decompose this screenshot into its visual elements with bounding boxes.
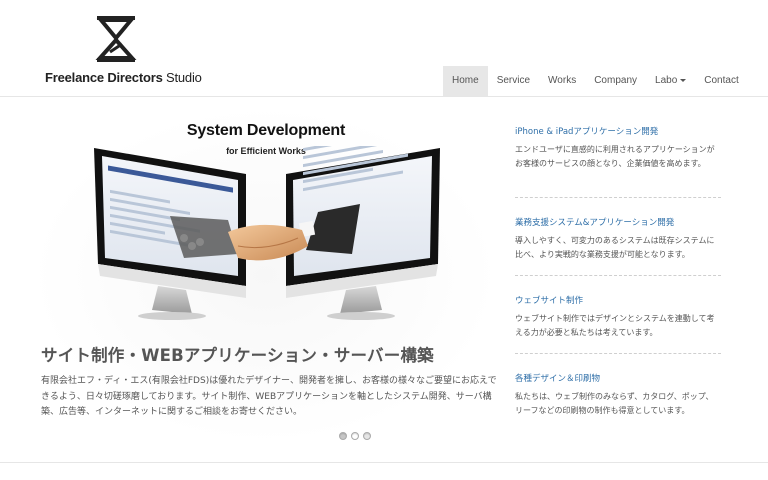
page-title: サイト制作・WEBアプリケーション・サーバー構築 xyxy=(41,346,434,365)
nav-item-works[interactable]: Works xyxy=(539,66,585,96)
hero-image xyxy=(94,146,440,320)
service-title-design-print[interactable]: 各種デザイン＆印刷物 xyxy=(515,372,721,384)
service-title-website[interactable]: ウェブサイト制作 xyxy=(515,294,721,306)
logo-brand-light: Studio xyxy=(166,70,202,85)
nav-label: Home xyxy=(452,75,479,86)
hero-title: System Development xyxy=(186,122,346,139)
slider-dot-3[interactable] xyxy=(363,432,371,440)
service-item: 業務支援システム&アプリケーション開発 導入しやすく、可変力のあるシステムは既存… xyxy=(515,216,721,261)
intro-paragraph: 有限会社エフ・ディ・エス(有限会社FDS)は優れたデザイナー、開発者を擁し、お客… xyxy=(41,374,497,421)
service-item: ウェブサイト制作 ウェブサイト制作ではデザインとシステムを連動して考える力が必要… xyxy=(515,294,721,339)
footer-divider xyxy=(0,462,768,463)
nav-item-contact[interactable]: Contact xyxy=(695,66,747,96)
nav-item-labo[interactable]: Labo xyxy=(646,66,695,96)
nav-label: Labo xyxy=(655,75,678,86)
service-text: 導入しやすく、可変力のあるシステムは既存システムに比べ、より実戦的な業務支援が可… xyxy=(515,236,715,259)
nav-label: Company xyxy=(594,75,638,86)
logo-icon[interactable] xyxy=(94,14,138,64)
divider xyxy=(515,197,721,198)
slider-dot-2[interactable] xyxy=(351,432,359,440)
service-text: 私たちは、ウェブ制作のみならず、カタログ、ポップ、リーフなどの印刷物の制作も得意… xyxy=(515,392,714,415)
nav-item-home[interactable]: Home xyxy=(443,66,488,96)
nav-label: Contact xyxy=(704,75,739,86)
site-header: Freelance Directors Studio Home Service … xyxy=(0,0,768,97)
chevron-down-icon xyxy=(680,78,687,82)
slider-dots xyxy=(339,432,371,440)
logo-text[interactable]: Freelance Directors Studio xyxy=(45,70,202,85)
logo-brand-bold: Freelance Directors xyxy=(45,70,163,85)
service-item: iPhone & iPadアプリケーション開発 エンドユーザに直感的に利用される… xyxy=(515,125,721,170)
nav-item-company[interactable]: Company xyxy=(585,66,646,96)
divider xyxy=(515,275,721,276)
divider xyxy=(515,353,721,354)
nav-label: Works xyxy=(548,75,577,86)
contact-link[interactable]: ご相談をお寄せください。 xyxy=(194,407,302,417)
nav-label: Service xyxy=(496,75,531,86)
service-text: エンドユーザに直感的に利用されるアプリケーションがお客様のサービスの顔となり、企… xyxy=(515,145,715,168)
nav-item-service[interactable]: Service xyxy=(488,66,539,96)
slider-dot-1[interactable] xyxy=(339,432,347,440)
main-nav: Home Service Works Company Labo Contact xyxy=(443,66,748,96)
service-title-business-system[interactable]: 業務支援システム&アプリケーション開発 xyxy=(515,216,721,228)
service-title-iphone-ipad[interactable]: iPhone & iPadアプリケーション開発 xyxy=(515,125,721,137)
hero-slider[interactable]: System Development for Efficient Works xyxy=(88,118,448,440)
service-item: 各種デザイン＆印刷物 私たちは、ウェブ制作のみならず、カタログ、ポップ、リーフな… xyxy=(515,372,721,417)
service-text: ウェブサイト制作ではデザインとシステムを連動して考える力が必要と私たちは考えてい… xyxy=(515,314,715,337)
